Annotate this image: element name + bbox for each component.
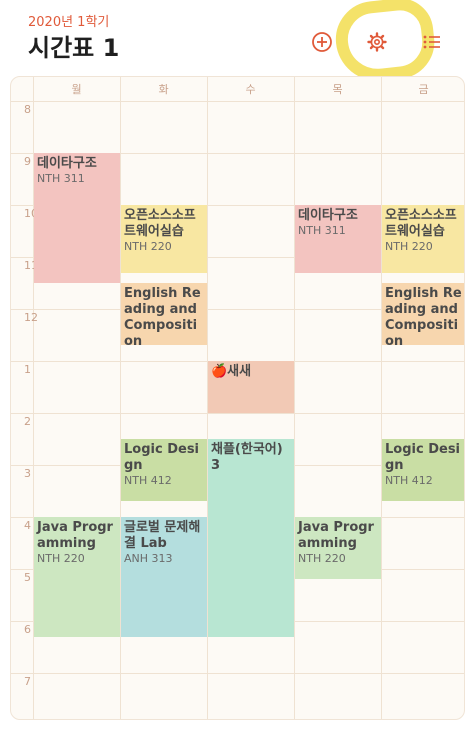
course-block[interactable]: Java Programming NTH 220 (295, 517, 381, 580)
hour-label: 12 (24, 311, 38, 324)
hour-label: 3 (24, 467, 31, 480)
hour-label: 6 (24, 623, 31, 636)
course-block[interactable]: Logic Design NTH 412 (121, 439, 207, 502)
page-title: 시간표 1 (28, 34, 120, 62)
course-block[interactable]: 🍎새새 (208, 361, 294, 413)
course-name: Logic Design (385, 442, 461, 473)
course-block[interactable]: 데이타구조 NTH 311 (295, 205, 381, 273)
day-header: 목 (332, 83, 343, 96)
add-icon (312, 32, 332, 52)
list-icon (423, 35, 440, 49)
course-name: 오픈소스소프트웨어실습 (124, 208, 196, 239)
day-header: 화 (158, 83, 169, 96)
course-name: English Reading and Composition (124, 286, 201, 346)
course-block[interactable]: English Reading and CompositionGLC 101 (382, 283, 464, 346)
course-room: NTH 220 (298, 552, 346, 565)
course-name: 데이타구조 (298, 208, 358, 223)
hour-label: 5 (24, 571, 31, 584)
course-name: Java Programming (298, 520, 374, 551)
course-room: ANH 313 (124, 552, 173, 565)
hour-label: 9 (24, 155, 31, 168)
course-name: Java Programming (37, 520, 113, 551)
day-header: 수 (245, 83, 256, 96)
course-name: 글로벌 문제해결 Lab (124, 520, 201, 551)
hour-label: 8 (24, 103, 31, 116)
course-block[interactable]: 데이타구조 NTH 311 (34, 153, 120, 283)
grid-column-line (381, 77, 382, 719)
list-button[interactable] (414, 24, 450, 60)
course-room: NTH 412 (124, 474, 172, 487)
course-block[interactable]: 오픈소스소프트웨어실습 NTH 220 (121, 205, 207, 273)
course-name: Logic Design (124, 442, 200, 473)
timetable-grid[interactable]: 월 화 수 목 금 8 9 10 11 12 1 2 3 4 5 6 7 데이타구조 NTH 311 오픈소스소프트웨… (10, 76, 465, 720)
course-name: 오픈소스소프트웨어실습 (385, 208, 457, 239)
course-room: NTH 220 (385, 240, 433, 253)
grid-column-line (294, 77, 295, 719)
course-room: NTH 311 (298, 224, 346, 237)
course-block[interactable]: 오픈소스소프트웨어실습 NTH 220 (382, 205, 464, 273)
grid-row-line (11, 101, 464, 102)
gear-icon (367, 32, 387, 52)
hour-label: 1 (24, 363, 31, 376)
hour-label: 2 (24, 415, 31, 428)
grid-row-line (11, 673, 464, 674)
course-name: 🍎새새 (211, 364, 252, 379)
course-block[interactable]: 글로벌 문제해결 Lab ANH 313 (121, 517, 207, 637)
hour-label: 4 (24, 519, 31, 532)
course-room: NTH 220 (37, 552, 85, 565)
course-block[interactable]: Logic Design NTH 412 (382, 439, 464, 502)
course-name: English Reading and Composition (385, 286, 462, 346)
grid-row-line (11, 413, 464, 414)
add-timetable-button[interactable] (304, 24, 340, 60)
course-room: NTH 311 (37, 172, 85, 185)
course-block[interactable]: English Reading and CompositionGLC 101 (121, 283, 207, 346)
course-name: 채플(한국어) 3 (211, 442, 283, 473)
course-block[interactable]: 채플(한국어) 3 (208, 439, 294, 637)
course-block[interactable]: Java Programming NTH 220 (34, 517, 120, 637)
course-room: NTH 412 (385, 474, 433, 487)
course-room: NTH 220 (124, 240, 172, 253)
day-header: 월 (71, 83, 82, 96)
settings-button[interactable] (359, 24, 395, 60)
hour-label: 7 (24, 675, 31, 688)
course-name: 데이타구조 (37, 156, 97, 171)
day-header: 금 (418, 83, 429, 96)
